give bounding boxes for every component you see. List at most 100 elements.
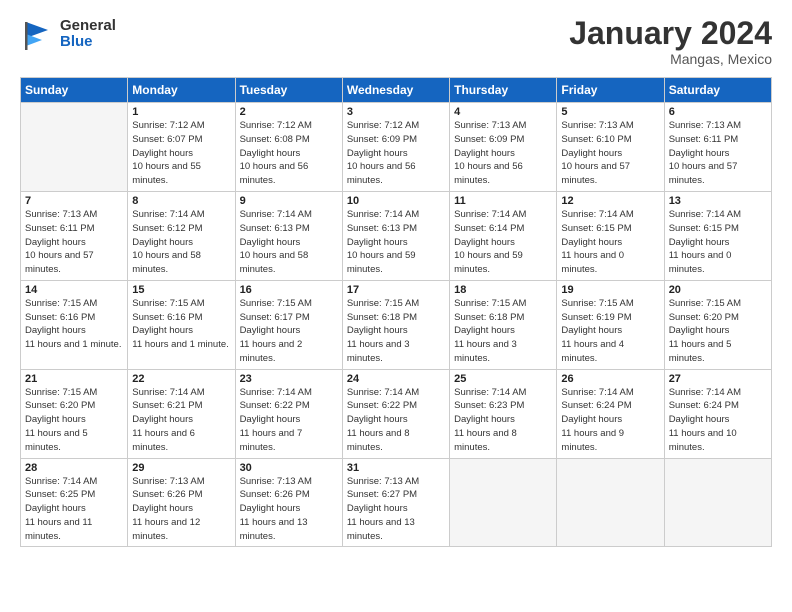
table-row: 13Sunrise: 7:14 AMSunset: 6:15 PMDayligh…: [664, 192, 771, 281]
day-info: Sunrise: 7:15 AMSunset: 6:18 PMDaylight …: [347, 297, 445, 366]
table-row: [21, 103, 128, 192]
day-number: 21: [25, 373, 123, 385]
day-number: 15: [132, 284, 230, 296]
day-info: Sunrise: 7:15 AMSunset: 6:18 PMDaylight …: [454, 297, 552, 366]
day-number: 12: [561, 195, 659, 207]
day-number: 20: [669, 284, 767, 296]
table-row: 6Sunrise: 7:13 AMSunset: 6:11 PMDaylight…: [664, 103, 771, 192]
table-row: 26Sunrise: 7:14 AMSunset: 6:24 PMDayligh…: [557, 369, 664, 458]
logo-blue-text: Blue: [60, 34, 116, 51]
day-info: Sunrise: 7:14 AMSunset: 6:14 PMDaylight …: [454, 208, 552, 277]
day-number: 26: [561, 373, 659, 385]
day-info: Sunrise: 7:14 AMSunset: 6:23 PMDaylight …: [454, 386, 552, 455]
calendar-week-row: 7Sunrise: 7:13 AMSunset: 6:11 PMDaylight…: [21, 192, 772, 281]
table-row: 31Sunrise: 7:13 AMSunset: 6:27 PMDayligh…: [342, 458, 449, 547]
table-row: 28Sunrise: 7:14 AMSunset: 6:25 PMDayligh…: [21, 458, 128, 547]
header-saturday: Saturday: [664, 78, 771, 103]
table-row: 24Sunrise: 7:14 AMSunset: 6:22 PMDayligh…: [342, 369, 449, 458]
title-block: January 2024 Mangas, Mexico: [569, 16, 772, 67]
day-info: Sunrise: 7:14 AMSunset: 6:21 PMDaylight …: [132, 386, 230, 455]
day-number: 13: [669, 195, 767, 207]
day-number: 27: [669, 373, 767, 385]
day-number: 7: [25, 195, 123, 207]
day-info: Sunrise: 7:15 AMSunset: 6:16 PMDaylight …: [25, 297, 123, 352]
day-number: 28: [25, 462, 123, 474]
month-year: January 2024: [569, 16, 772, 51]
day-info: Sunrise: 7:14 AMSunset: 6:25 PMDaylight …: [25, 475, 123, 544]
calendar-table: Sunday Monday Tuesday Wednesday Thursday…: [20, 77, 772, 547]
header: General Blue January 2024 Mangas, Mexico: [20, 16, 772, 67]
day-info: Sunrise: 7:14 AMSunset: 6:12 PMDaylight …: [132, 208, 230, 277]
day-number: 22: [132, 373, 230, 385]
table-row: 16Sunrise: 7:15 AMSunset: 6:17 PMDayligh…: [235, 280, 342, 369]
day-number: 4: [454, 106, 552, 118]
day-number: 9: [240, 195, 338, 207]
table-row: 27Sunrise: 7:14 AMSunset: 6:24 PMDayligh…: [664, 369, 771, 458]
day-info: Sunrise: 7:13 AMSunset: 6:09 PMDaylight …: [454, 119, 552, 188]
logo-icon: [20, 16, 56, 52]
table-row: [450, 458, 557, 547]
table-row: 7Sunrise: 7:13 AMSunset: 6:11 PMDaylight…: [21, 192, 128, 281]
logo-general-text: General: [60, 18, 116, 35]
day-number: 25: [454, 373, 552, 385]
table-row: 12Sunrise: 7:14 AMSunset: 6:15 PMDayligh…: [557, 192, 664, 281]
day-info: Sunrise: 7:14 AMSunset: 6:24 PMDaylight …: [561, 386, 659, 455]
day-number: 5: [561, 106, 659, 118]
day-info: Sunrise: 7:13 AMSunset: 6:27 PMDaylight …: [347, 475, 445, 544]
day-number: 16: [240, 284, 338, 296]
table-row: 23Sunrise: 7:14 AMSunset: 6:22 PMDayligh…: [235, 369, 342, 458]
day-info: Sunrise: 7:13 AMSunset: 6:11 PMDaylight …: [669, 119, 767, 188]
table-row: [664, 458, 771, 547]
day-info: Sunrise: 7:14 AMSunset: 6:13 PMDaylight …: [240, 208, 338, 277]
table-row: 5Sunrise: 7:13 AMSunset: 6:10 PMDaylight…: [557, 103, 664, 192]
header-tuesday: Tuesday: [235, 78, 342, 103]
day-info: Sunrise: 7:13 AMSunset: 6:26 PMDaylight …: [240, 475, 338, 544]
day-number: 29: [132, 462, 230, 474]
day-number: 1: [132, 106, 230, 118]
table-row: 19Sunrise: 7:15 AMSunset: 6:19 PMDayligh…: [557, 280, 664, 369]
day-info: Sunrise: 7:12 AMSunset: 6:07 PMDaylight …: [132, 119, 230, 188]
day-info: Sunrise: 7:13 AMSunset: 6:10 PMDaylight …: [561, 119, 659, 188]
table-row: 4Sunrise: 7:13 AMSunset: 6:09 PMDaylight…: [450, 103, 557, 192]
day-info: Sunrise: 7:14 AMSunset: 6:22 PMDaylight …: [347, 386, 445, 455]
table-row: 11Sunrise: 7:14 AMSunset: 6:14 PMDayligh…: [450, 192, 557, 281]
table-row: 18Sunrise: 7:15 AMSunset: 6:18 PMDayligh…: [450, 280, 557, 369]
table-row: 20Sunrise: 7:15 AMSunset: 6:20 PMDayligh…: [664, 280, 771, 369]
day-info: Sunrise: 7:15 AMSunset: 6:20 PMDaylight …: [669, 297, 767, 366]
header-wednesday: Wednesday: [342, 78, 449, 103]
day-number: 6: [669, 106, 767, 118]
table-row: 10Sunrise: 7:14 AMSunset: 6:13 PMDayligh…: [342, 192, 449, 281]
day-number: 23: [240, 373, 338, 385]
header-thursday: Thursday: [450, 78, 557, 103]
day-info: Sunrise: 7:12 AMSunset: 6:09 PMDaylight …: [347, 119, 445, 188]
header-friday: Friday: [557, 78, 664, 103]
header-sunday: Sunday: [21, 78, 128, 103]
calendar-week-row: 14Sunrise: 7:15 AMSunset: 6:16 PMDayligh…: [21, 280, 772, 369]
day-number: 30: [240, 462, 338, 474]
day-info: Sunrise: 7:15 AMSunset: 6:19 PMDaylight …: [561, 297, 659, 366]
day-number: 31: [347, 462, 445, 474]
day-number: 3: [347, 106, 445, 118]
table-row: 1Sunrise: 7:12 AMSunset: 6:07 PMDaylight…: [128, 103, 235, 192]
day-info: Sunrise: 7:14 AMSunset: 6:24 PMDaylight …: [669, 386, 767, 455]
table-row: 30Sunrise: 7:13 AMSunset: 6:26 PMDayligh…: [235, 458, 342, 547]
location: Mangas, Mexico: [569, 51, 772, 67]
table-row: 3Sunrise: 7:12 AMSunset: 6:09 PMDaylight…: [342, 103, 449, 192]
days-header-row: Sunday Monday Tuesday Wednesday Thursday…: [21, 78, 772, 103]
day-number: 24: [347, 373, 445, 385]
header-monday: Monday: [128, 78, 235, 103]
day-info: Sunrise: 7:15 AMSunset: 6:17 PMDaylight …: [240, 297, 338, 366]
day-info: Sunrise: 7:13 AMSunset: 6:11 PMDaylight …: [25, 208, 123, 277]
day-number: 14: [25, 284, 123, 296]
table-row: 29Sunrise: 7:13 AMSunset: 6:26 PMDayligh…: [128, 458, 235, 547]
table-row: 15Sunrise: 7:15 AMSunset: 6:16 PMDayligh…: [128, 280, 235, 369]
day-info: Sunrise: 7:12 AMSunset: 6:08 PMDaylight …: [240, 119, 338, 188]
calendar-week-row: 1Sunrise: 7:12 AMSunset: 6:07 PMDaylight…: [21, 103, 772, 192]
table-row: [557, 458, 664, 547]
page: General Blue January 2024 Mangas, Mexico…: [0, 0, 792, 612]
day-number: 11: [454, 195, 552, 207]
day-number: 18: [454, 284, 552, 296]
day-number: 8: [132, 195, 230, 207]
day-info: Sunrise: 7:14 AMSunset: 6:15 PMDaylight …: [669, 208, 767, 277]
day-number: 17: [347, 284, 445, 296]
